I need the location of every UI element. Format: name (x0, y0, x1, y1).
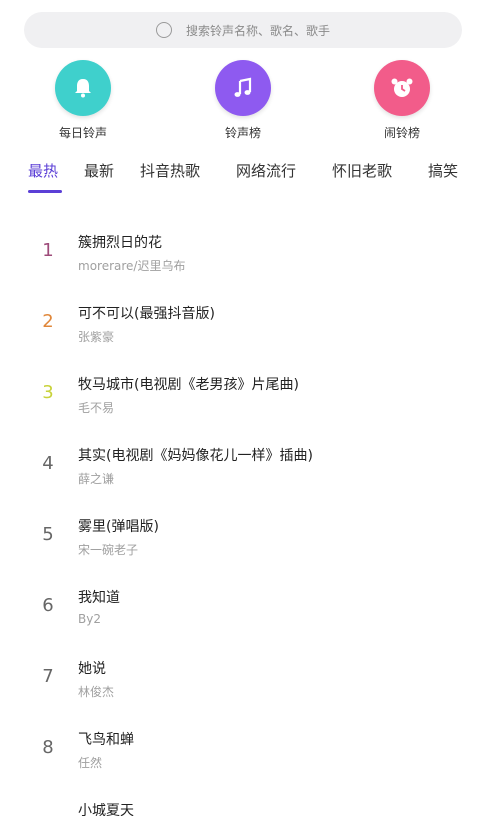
song-title: 其实(电视剧《妈妈像花儿一样》插曲) (78, 448, 313, 464)
song-title: 飞鸟和蝉 (78, 732, 134, 748)
rank-number: 7 (42, 666, 54, 687)
song-title: 我知道 (78, 590, 120, 606)
tab-newest[interactable]: 最新 (84, 160, 114, 181)
list-item[interactable]: 7 她说 林俊杰 (0, 654, 483, 714)
search-bar[interactable]: 搜索铃声名称、歌名、歌手 (24, 12, 462, 48)
shortcut-label: 每日铃声 (58, 126, 107, 140)
list-item[interactable]: 小城夏天 (0, 796, 483, 816)
shortcut-label: 铃声榜 (224, 126, 261, 140)
song-title: 小城夏天 (78, 803, 134, 816)
shortcut-label: 闹铃榜 (383, 126, 420, 140)
rank-number: 5 (42, 524, 54, 545)
ringtone-chart-button[interactable]: 铃声榜 (193, 60, 293, 141)
list-item[interactable]: 3 牧马城市(电视剧《老男孩》片尾曲) 毛不易 (0, 370, 483, 430)
bell-icon (55, 60, 111, 116)
shortcut-row: 每日铃声 铃声榜 闹铃榜 (0, 60, 483, 140)
active-tab-indicator (28, 190, 62, 193)
song-title: 雾里(弹唱版) (78, 519, 159, 535)
song-title: 可不可以(最强抖音版) (78, 306, 215, 322)
rank-number: 2 (42, 311, 54, 332)
song-title: 簇拥烈日的花 (78, 235, 162, 251)
song-title: 牧马城市(电视剧《老男孩》片尾曲) (78, 377, 299, 393)
list-item[interactable]: 4 其实(电视剧《妈妈像花儿一样》插曲) 薛之谦 (0, 441, 483, 501)
search-placeholder: 搜索铃声名称、歌名、歌手 (185, 23, 330, 38)
song-artist: 宋一碗老子 (78, 543, 139, 557)
list-item[interactable]: 6 我知道 By2 (0, 583, 483, 643)
rank-number: 8 (42, 737, 54, 758)
list-item[interactable]: 2 可不可以(最强抖音版) 张紫豪 (0, 299, 483, 359)
song-artist: 毛不易 (78, 401, 115, 415)
song-artist: 张紫豪 (78, 330, 115, 344)
song-artist: By2 (78, 612, 101, 626)
tab-hottest[interactable]: 最热 (28, 160, 58, 181)
rank-number: 4 (42, 453, 54, 474)
song-artist: 薛之谦 (78, 472, 115, 486)
tab-nostalgic[interactable]: 怀旧老歌 (332, 160, 392, 181)
song-artist: 林俊杰 (78, 685, 115, 699)
tab-funny[interactable]: 搞笑 (428, 160, 458, 181)
song-artist: 任然 (78, 756, 103, 770)
alarm-clock-icon (374, 60, 430, 116)
rank-number: 1 (42, 240, 54, 261)
list-item[interactable]: 5 雾里(弹唱版) 宋一碗老子 (0, 512, 483, 572)
rank-number: 3 (42, 382, 54, 403)
song-artist: morerare/迟里乌布 (78, 259, 186, 273)
music-note-icon (215, 60, 271, 116)
daily-ringtone-button[interactable]: 每日铃声 (33, 60, 133, 141)
rank-number: 6 (42, 595, 54, 616)
category-tabs: 最热 最新 抖音热歌 网络流行 怀旧老歌 搞笑 (0, 160, 483, 196)
list-item[interactable]: 1 簇拥烈日的花 morerare/迟里乌布 (0, 228, 483, 288)
tab-douyin-hits[interactable]: 抖音热歌 (140, 160, 200, 181)
song-title: 她说 (78, 661, 106, 677)
alarm-chart-button[interactable]: 闹铃榜 (352, 60, 452, 141)
list-item[interactable]: 8 飞鸟和蝉 任然 (0, 725, 483, 785)
tab-internet-popular[interactable]: 网络流行 (236, 160, 296, 181)
search-icon (155, 22, 172, 38)
